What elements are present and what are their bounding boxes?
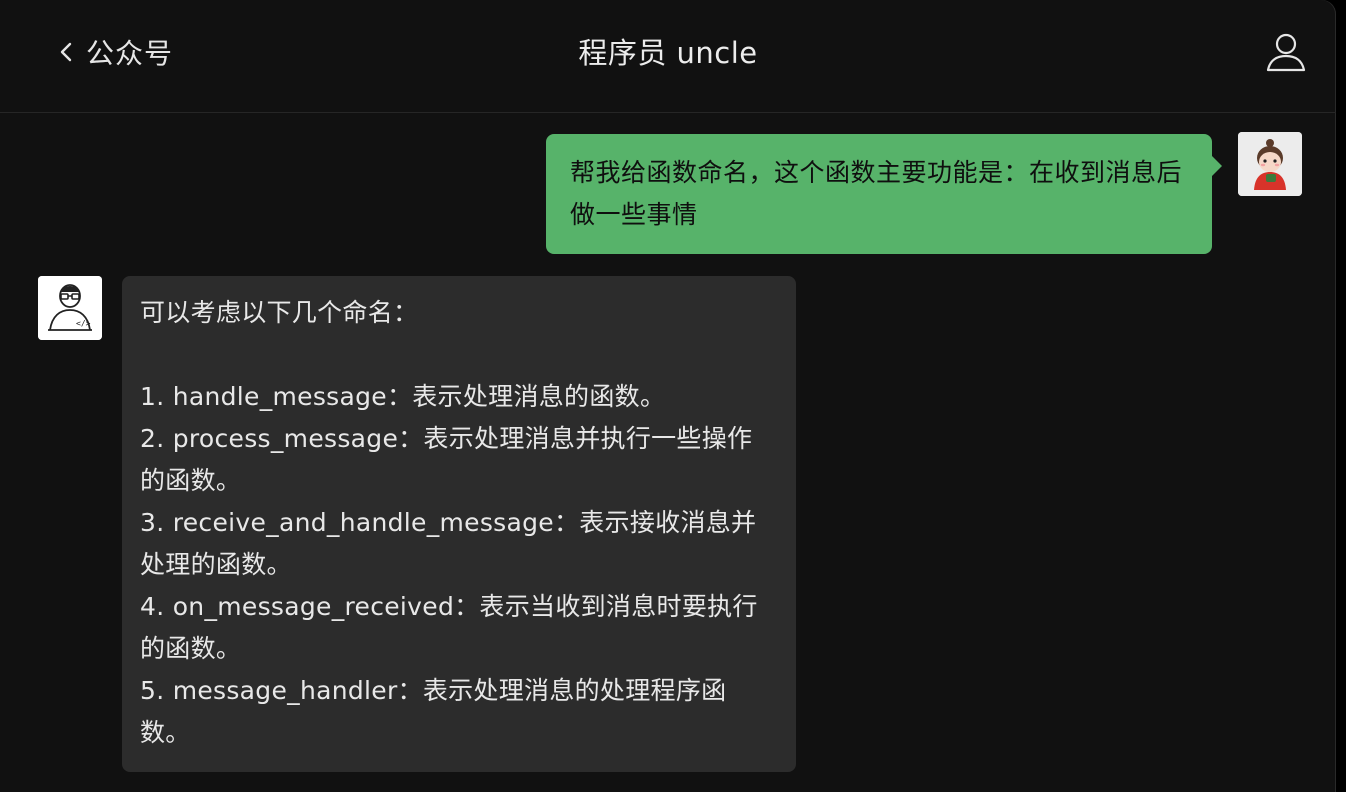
chat-window: 公众号 程序员 uncle 帮我给函数命名，这个函数主要功能是：在收到消息后做一… — [0, 0, 1336, 792]
chat-title: 程序员 uncle — [578, 36, 758, 70]
programmer-avatar-icon: </> — [38, 276, 102, 340]
window-edge — [1336, 0, 1346, 792]
my-message-text: 帮我给函数命名，这个函数主要功能是：在收到消息后做一些事情 — [570, 158, 1183, 229]
bot-message-bubble[interactable]: 可以考虑以下几个命名： 1. handle_message：表示处理消息的函数。… — [122, 276, 796, 772]
list-item: 4. on_message_received：表示当收到消息时要执行的函数。 — [140, 592, 758, 663]
girl-avatar-icon — [1238, 132, 1302, 196]
bot-message-intro: 可以考虑以下几个命名： — [140, 298, 419, 327]
chat-header: 公众号 程序员 uncle — [0, 0, 1336, 113]
svg-text:</>: </> — [76, 319, 91, 328]
my-message-bubble[interactable]: 帮我给函数命名，这个函数主要功能是：在收到消息后做一些事情 — [546, 134, 1222, 254]
message-spacer — [140, 334, 776, 376]
list-item: 2. process_message：表示处理消息并执行一些操作的函数。 — [140, 424, 753, 495]
user-profile-icon[interactable] — [1264, 30, 1308, 74]
list-item: 3. receive_and_handle_message：表示接收消息并处理的… — [140, 508, 757, 579]
list-item: 1. handle_message：表示处理消息的函数。 — [140, 382, 666, 411]
my-avatar[interactable] — [1238, 132, 1302, 196]
bot-avatar[interactable]: </> — [38, 276, 102, 340]
list-item: 5. message_handler：表示处理消息的处理程序函数。 — [140, 676, 727, 747]
